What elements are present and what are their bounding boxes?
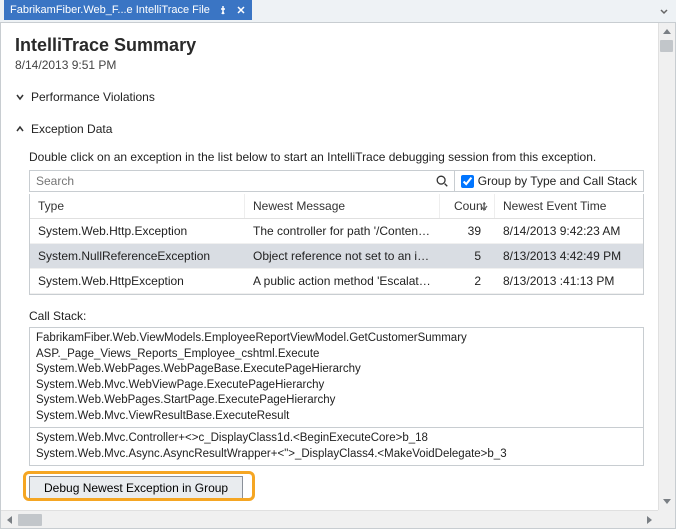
table-row[interactable]: System.NullReferenceExceptionObject refe…	[30, 244, 643, 269]
cell: 8/13/2013 4:42:49 PM	[495, 244, 643, 268]
vertical-scrollbar[interactable]	[658, 23, 675, 510]
cell: The controller for path '/Contents/fonts…	[245, 219, 440, 243]
scroll-corner	[658, 510, 675, 528]
cell: 2	[440, 269, 495, 293]
tab-menu-button[interactable]	[656, 3, 672, 19]
hscroll-thumb[interactable]	[18, 514, 42, 526]
chevron-down-icon	[15, 92, 25, 102]
cell: 8/13/2013 :41:13 PM	[495, 269, 643, 293]
page-title: IntelliTrace Summary	[15, 35, 644, 56]
cell: Object reference not set to an instance.…	[245, 244, 440, 268]
section-label: Performance Violations	[31, 90, 155, 104]
search-icon[interactable]	[434, 173, 450, 189]
exception-hint: Double click on an exception in the list…	[29, 150, 644, 164]
group-label: Group by Type and Call Stack	[478, 174, 637, 188]
sort-desc-icon	[480, 201, 488, 215]
summary-timestamp: 8/14/2013 9:51 PM	[15, 58, 644, 72]
column-time[interactable]: Newest Event Time	[495, 194, 643, 218]
search-input[interactable]	[34, 173, 434, 189]
cell: 8/14/2013 9:42:23 AM	[495, 219, 643, 243]
pin-icon[interactable]	[218, 5, 228, 15]
group-by-checkbox[interactable]: Group by Type and Call Stack	[455, 170, 644, 192]
debug-newest-exception-button[interactable]: Debug Newest Exception in Group	[29, 476, 243, 500]
exception-toolbar: Group by Type and Call Stack	[29, 170, 644, 192]
vscroll-thumb[interactable]	[660, 40, 673, 52]
cell: System.Web.HttpException	[30, 269, 245, 293]
cell: 5	[440, 244, 495, 268]
scroll-up-icon[interactable]	[659, 23, 676, 40]
callstack-box-primary[interactable]: FabrikamFiber.Web.ViewModels.EmployeeRep…	[29, 327, 644, 428]
cell: System.NullReferenceException	[30, 244, 245, 268]
content-area: IntelliTrace Summary 8/14/2013 9:51 PM P…	[1, 23, 658, 510]
callstack-box-secondary[interactable]: System.Web.Mvc.Controller+<>c_DisplayCla…	[29, 427, 644, 466]
grid-body: System.Web.Http.ExceptionThe controller …	[30, 219, 643, 294]
tab-bar: FabrikamFiber.Web_F...e IntelliTrace Fil…	[0, 0, 676, 22]
table-row[interactable]: System.Web.Http.ExceptionThe controller …	[30, 219, 643, 244]
callstack-label: Call Stack:	[29, 309, 644, 323]
exception-body: Double click on an exception in the list…	[15, 140, 644, 500]
chevron-up-icon	[15, 124, 25, 134]
tab-title: FabrikamFiber.Web_F...e IntelliTrace Fil…	[10, 0, 210, 20]
grid-header: Type Newest Message Count Newest Event T…	[30, 194, 643, 219]
document-pane: IntelliTrace Summary 8/14/2013 9:51 PM P…	[0, 22, 676, 529]
cell: A public action method 'Escalate' was...	[245, 269, 440, 293]
table-row[interactable]: System.Web.HttpExceptionA public action …	[30, 269, 643, 294]
close-icon[interactable]	[236, 5, 246, 15]
section-performance-violations[interactable]: Performance Violations	[15, 86, 644, 108]
search-box[interactable]	[29, 170, 455, 192]
section-exception-data[interactable]: Exception Data	[15, 118, 644, 140]
exception-grid: Type Newest Message Count Newest Event T…	[29, 194, 644, 295]
column-count[interactable]: Count	[440, 194, 495, 218]
column-message[interactable]: Newest Message	[245, 194, 440, 218]
group-checkbox-input[interactable]	[461, 175, 474, 188]
scroll-down-icon[interactable]	[659, 493, 676, 510]
column-type[interactable]: Type	[30, 194, 245, 218]
horizontal-scrollbar[interactable]	[1, 510, 658, 528]
cell: 39	[440, 219, 495, 243]
cell: System.Web.Http.Exception	[30, 219, 245, 243]
section-label: Exception Data	[31, 122, 112, 136]
scroll-right-icon[interactable]	[641, 511, 658, 528]
document-tab[interactable]: FabrikamFiber.Web_F...e IntelliTrace Fil…	[4, 0, 252, 20]
scroll-left-icon[interactable]	[1, 511, 18, 528]
